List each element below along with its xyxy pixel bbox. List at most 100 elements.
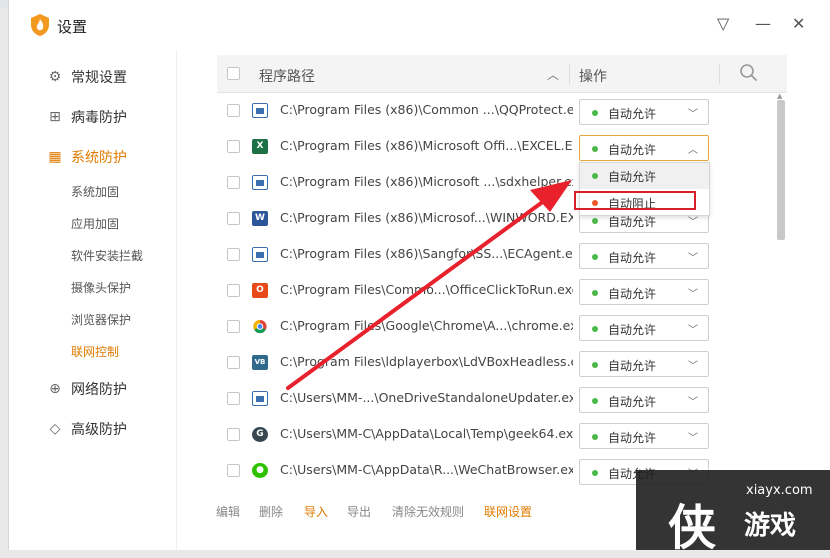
allow-status-dot	[592, 146, 598, 152]
action-select[interactable]: 自动允许 ﹀	[579, 243, 709, 269]
scrollbar-thumb[interactable]	[777, 100, 785, 240]
sidebar-sub-app-harden[interactable]: 应用加固	[71, 215, 119, 232]
action-value: 自动允许	[608, 395, 657, 409]
chevron-down-icon: ﹀	[688, 361, 698, 372]
search-icon[interactable]	[739, 63, 759, 83]
import-button[interactable]: 导入	[304, 503, 328, 520]
action-value: 自动允许	[608, 359, 657, 373]
action-select[interactable]: 自动允许 ﹀	[579, 315, 709, 341]
row-checkbox[interactable]	[227, 248, 240, 261]
sort-icon[interactable]: ︿	[547, 66, 559, 83]
table-row[interactable]: C:\Users\MM-...\OneDriveStandaloneUpdate…	[217, 381, 787, 417]
allow-status-dot	[592, 218, 598, 224]
chevron-down-icon: ﹀	[688, 289, 698, 300]
settings-window: 设置 ▽ — ✕ ⚙ 常规设置 ⊞ 病毒防护 ▦ 系统防护 系统加固 应用加固 …	[8, 0, 830, 550]
table-header: 程序路径 ︿ 操作	[217, 55, 787, 93]
scroll-up-icon[interactable]: ▲	[777, 92, 782, 100]
sidebar-item-general[interactable]: ⚙ 常规设置	[47, 67, 127, 87]
sidebar-sub-system-harden[interactable]: 系统加固	[71, 183, 119, 200]
sidebar: ⚙ 常规设置 ⊞ 病毒防护 ▦ 系统防护 系统加固 应用加固 软件安装拦截 摄像…	[9, 50, 177, 550]
delete-button[interactable]: 删除	[259, 503, 283, 520]
window-title: 设置	[57, 18, 88, 36]
watermark-text: 游戏	[744, 511, 797, 541]
diamond-icon: ◇	[49, 421, 61, 437]
row-checkbox[interactable]	[227, 212, 240, 225]
minimize-button[interactable]: —	[755, 14, 771, 33]
table-row[interactable]: G C:\Users\MM-C\AppData\Local\Temp\geek6…	[217, 417, 787, 453]
action-select[interactable]: 自动允许 ﹀	[579, 423, 709, 449]
office-icon: O	[252, 283, 268, 298]
wechat-icon: ●	[252, 463, 268, 478]
site-watermark: 侠 xiayx.com 游戏	[636, 470, 830, 556]
plus-square-icon: ⊞	[49, 109, 61, 125]
action-value: 自动允许	[608, 251, 657, 265]
sidebar-item-label: 病毒防护	[71, 110, 127, 126]
app-logo-icon	[31, 14, 49, 36]
column-header-path[interactable]: 程序路径	[259, 66, 315, 86]
table-row[interactable]: C:\Program Files (x86)\Sangfor\SS...\ECA…	[217, 237, 787, 273]
program-path: C:\Program Files (x86)\Common ...\QQProt…	[280, 102, 573, 117]
action-select[interactable]: 自动允许 ﹀	[579, 99, 709, 125]
table-row[interactable]: C:\Program Files (x86)\Common ...\QQProt…	[217, 93, 787, 129]
sidebar-sub-browser[interactable]: 浏览器保护	[71, 311, 131, 328]
vbox-icon: VB	[252, 355, 268, 370]
sidebar-item-label: 常规设置	[71, 70, 127, 86]
edit-button[interactable]: 编辑	[216, 503, 240, 520]
table-row[interactable]: X C:\Program Files (x86)\Microsoft Offi.…	[217, 129, 787, 165]
sidebar-item-network[interactable]: ⊕ 网络防护	[47, 379, 127, 399]
table-row[interactable]: O C:\Program Files\Commo...\OfficeClickT…	[217, 273, 787, 309]
row-checkbox[interactable]	[227, 140, 240, 153]
row-checkbox[interactable]	[227, 320, 240, 333]
program-path: C:\Program Files\Commo...\OfficeClickToR…	[280, 282, 573, 297]
row-checkbox[interactable]	[227, 284, 240, 297]
row-checkbox[interactable]	[227, 464, 240, 477]
sidebar-sub-install-block[interactable]: 软件安装拦截	[71, 247, 143, 264]
app-window-icon	[252, 391, 268, 406]
allow-status-dot	[592, 254, 598, 260]
gear-icon: ⚙	[48, 69, 62, 85]
sidebar-sub-network-control[interactable]: 联网控制	[71, 343, 119, 360]
action-select[interactable]: 自动允许 ﹀	[579, 279, 709, 305]
allow-status-dot	[592, 173, 598, 179]
watermark-glyph: 侠	[668, 500, 717, 556]
action-select[interactable]: 自动允许 ︿	[579, 135, 709, 161]
row-checkbox[interactable]	[227, 392, 240, 405]
dropdown-option-allow[interactable]: 自动允许	[580, 163, 709, 189]
action-value: 自动允许	[608, 287, 657, 301]
sidebar-sub-camera[interactable]: 摄像头保护	[71, 279, 131, 296]
select-all-checkbox[interactable]	[227, 67, 240, 80]
row-checkbox[interactable]	[227, 104, 240, 117]
grid-icon: ▦	[48, 149, 62, 165]
close-button[interactable]: ✕	[792, 14, 805, 33]
action-select[interactable]: 自动允许 ﹀	[579, 387, 709, 413]
program-path: C:\Program Files\Google\Chrome\A...\chro…	[280, 318, 573, 333]
program-path: C:\Program Files\ldplayerbox\LdVBoxHeadl…	[280, 354, 573, 369]
sidebar-item-advanced[interactable]: ◇ 高级防护	[47, 419, 127, 439]
title-bar: 设置 ▽ — ✕	[9, 0, 830, 50]
app-window-icon	[252, 103, 268, 118]
program-path: C:\Program Files (x86)\Sangfor\SS...\ECA…	[280, 246, 573, 261]
word-icon: W	[252, 211, 268, 226]
export-button[interactable]: 导出	[347, 503, 371, 520]
row-checkbox[interactable]	[227, 428, 240, 441]
app-window-icon	[252, 247, 268, 262]
table-row[interactable]: VB C:\Program Files\ldplayerbox\LdVBoxHe…	[217, 345, 787, 381]
chevron-down-icon: ﹀	[688, 109, 698, 120]
menu-dropdown-icon[interactable]: ▽	[717, 14, 729, 33]
program-path: C:\Users\MM-C\AppData\Local\Temp\geek64.…	[280, 426, 573, 441]
sidebar-item-system[interactable]: ▦ 系统防护	[47, 147, 127, 167]
action-value: 自动允许	[608, 107, 657, 121]
program-path: C:\Program Files (x86)\Microsof...\WINWO…	[280, 210, 573, 225]
row-checkbox[interactable]	[227, 356, 240, 369]
column-header-action: 操作	[579, 69, 607, 85]
row-checkbox[interactable]	[227, 176, 240, 189]
network-settings-button[interactable]: 联网设置	[484, 503, 532, 520]
program-path: C:\Users\MM-C\AppData\R...\WeChatBrowser…	[280, 462, 573, 477]
allow-status-dot	[592, 362, 598, 368]
rules-table: 程序路径 ︿ 操作 C:\Program Files (x86)\Common …	[217, 55, 787, 487]
action-select[interactable]: 自动允许 ﹀	[579, 351, 709, 377]
clear-invalid-rules-button[interactable]: 清除无效规则	[392, 503, 464, 520]
table-row[interactable]: C:\Program Files\Google\Chrome\A...\chro…	[217, 309, 787, 345]
sidebar-item-virus[interactable]: ⊞ 病毒防护	[47, 107, 127, 127]
action-value: 自动允许	[608, 323, 657, 337]
